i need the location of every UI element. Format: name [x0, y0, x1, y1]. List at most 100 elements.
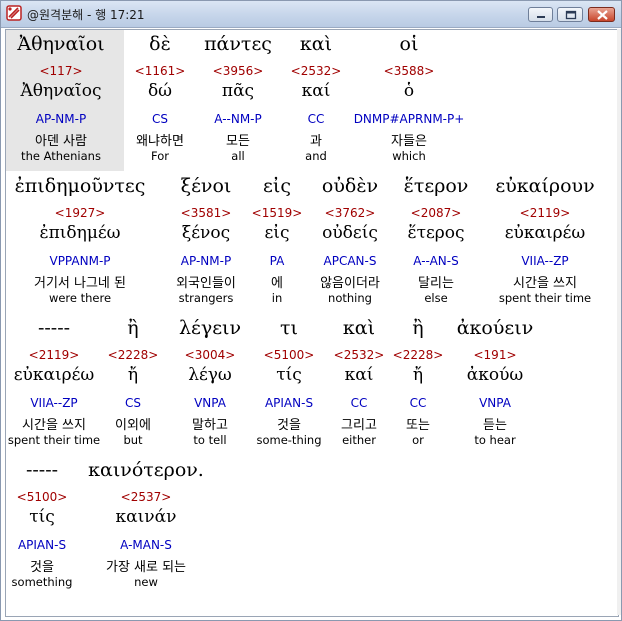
minimize-button[interactable]	[528, 7, 553, 22]
word-strong: <3762>	[324, 206, 376, 220]
word-korean: 시간을 쓰지	[22, 418, 86, 433]
interlinear-view[interactable]: Ἀθηναῖοι <117> Ἀθηναῖος AP-NM-P 아덴 사람 the Ath…	[5, 29, 619, 617]
word-greek[interactable]: λέγειν	[179, 317, 241, 339]
word-parse: A-MAN-S	[120, 538, 172, 552]
word-lemma: ἤ	[127, 365, 139, 385]
word-greek[interactable]: καὶ	[343, 317, 375, 339]
vertical-scrollbar[interactable]	[617, 29, 621, 615]
word-parse: VPPANM-P	[49, 254, 111, 268]
word-lemma: καί	[301, 81, 331, 101]
word-parse: APCAN-S	[323, 254, 377, 268]
word-parse: CC	[409, 396, 427, 410]
word-lemma: οὐδείς	[322, 223, 378, 243]
word-lemma: εὐκαιρέω	[504, 223, 586, 243]
word-english: For	[151, 149, 169, 163]
word-strong: <2087>	[410, 206, 462, 220]
word-parse: APIAN-S	[264, 396, 314, 410]
word-greek[interactable]: ἢ	[127, 317, 138, 339]
word-greek[interactable]: οὐδὲν	[322, 175, 378, 197]
word-english: in	[271, 291, 283, 305]
word-greek[interactable]: Ἀθηναῖοι	[17, 33, 104, 55]
word-parse: AP-NM-P	[180, 254, 232, 268]
word-parse: CS	[152, 112, 168, 126]
interlinear-row: ἐπιδημοῦντες <1927> ἐπιδημέω VPPANM-P 거기서 나그…	[6, 172, 618, 312]
word-english: the Athenians	[21, 149, 101, 163]
word-korean: 자들은	[391, 134, 427, 149]
word-english: something	[11, 575, 73, 589]
word-lemma: ἐπιδημέω	[39, 223, 121, 243]
word-strong: <2228>	[107, 348, 159, 362]
window-title: @원격분해 - 행 17:21	[27, 8, 145, 22]
word-english: which	[392, 149, 426, 163]
maximize-icon	[565, 10, 577, 20]
word-korean: 시간을 쓰지	[513, 276, 577, 291]
word-strong: <5100>	[16, 490, 68, 504]
close-icon	[597, 10, 608, 20]
word-lemma: Ἀθηναῖος	[20, 81, 102, 101]
title-bar[interactable]: @원격분해 - 행 17:21	[1, 1, 621, 28]
minimize-icon	[537, 16, 545, 18]
word-strong: <5100>	[263, 348, 315, 362]
word-greek[interactable]: ἢ	[412, 317, 423, 339]
word-korean: 그리고	[341, 418, 377, 433]
word-lemma: ἕτερος	[407, 223, 465, 243]
word-strong: <2119>	[519, 206, 571, 220]
interlinear-row: ----- <2119> εὐκαιρέω VIIA--ZP 시간을 쓰지 spent t…	[6, 314, 618, 454]
word-lemma: καί	[344, 365, 374, 385]
word-greek[interactable]: καὶ	[300, 33, 332, 55]
word-greek[interactable]: ἕτερον	[404, 175, 469, 197]
word-greek[interactable]: οἱ	[400, 33, 419, 55]
word-english: or	[412, 433, 424, 447]
word-greek[interactable]: ἐπιδημοῦντες	[15, 175, 146, 197]
word-lemma: τίς	[29, 507, 55, 527]
word-korean: 모든	[226, 134, 250, 149]
word-greek[interactable]: -----	[38, 317, 70, 339]
word-korean: 또는	[406, 418, 430, 433]
word-lemma: τίς	[276, 365, 302, 385]
word-english: else	[424, 291, 448, 305]
app-icon[interactable]	[6, 5, 22, 21]
word-lemma: ξένος	[181, 223, 231, 243]
word-greek[interactable]: ἀκούειν	[457, 317, 534, 339]
word-english: nothing	[328, 291, 372, 305]
word-parse: APIAN-S	[17, 538, 67, 552]
close-button[interactable]	[588, 7, 615, 22]
word-greek[interactable]: πάντες	[204, 33, 272, 55]
word-strong: <1927>	[54, 206, 106, 220]
word-strong: <2532>	[290, 64, 342, 78]
word-strong: <191>	[473, 348, 517, 362]
word-strong: <2228>	[392, 348, 444, 362]
word-greek[interactable]: εἰς	[263, 175, 291, 197]
word-korean: 이외에	[115, 418, 151, 433]
word-greek[interactable]: δὲ	[149, 33, 171, 55]
word-korean: 않음이더라	[320, 276, 380, 291]
word-english: spent their time	[498, 291, 592, 305]
word-parse: AP-NM-P	[35, 112, 87, 126]
word-parse: DNMP#APRNM-P+	[353, 112, 465, 126]
word-lemma: εἰς	[264, 223, 290, 243]
word-greek[interactable]: καινότερον.	[88, 459, 204, 481]
word-korean: 가장 새로 되는	[105, 560, 187, 575]
word-lemma: ἀκούω	[466, 365, 524, 385]
word-english: and	[305, 149, 327, 163]
word-korean: 달리는	[418, 276, 454, 291]
word-korean: 과	[310, 134, 322, 149]
word-parse: A--NM-P	[214, 112, 262, 126]
word-english: all	[231, 149, 245, 163]
word-greek[interactable]: τι	[280, 317, 298, 339]
word-lemma: καινάν	[115, 507, 177, 527]
word-korean: 외국인들이	[176, 276, 236, 291]
word-greek[interactable]: -----	[26, 459, 58, 481]
interlinear-row: Ἀθηναῖοι <117> Ἀθηναῖος AP-NM-P 아덴 사람 the Ath…	[6, 30, 618, 170]
word-strong: <3956>	[212, 64, 264, 78]
word-greek[interactable]: ξένοι	[181, 175, 232, 197]
word-english: but	[123, 433, 143, 447]
word-greek[interactable]: εὐκαίρουν	[495, 175, 594, 197]
word-strong: <3588>	[383, 64, 435, 78]
maximize-button[interactable]	[557, 7, 583, 22]
word-lemma: πᾶς	[221, 81, 255, 101]
word-strong: <2119>	[28, 348, 80, 362]
word-english: new	[134, 575, 158, 589]
word-parse: CC	[350, 396, 368, 410]
word-parse: VNPA	[479, 396, 511, 410]
